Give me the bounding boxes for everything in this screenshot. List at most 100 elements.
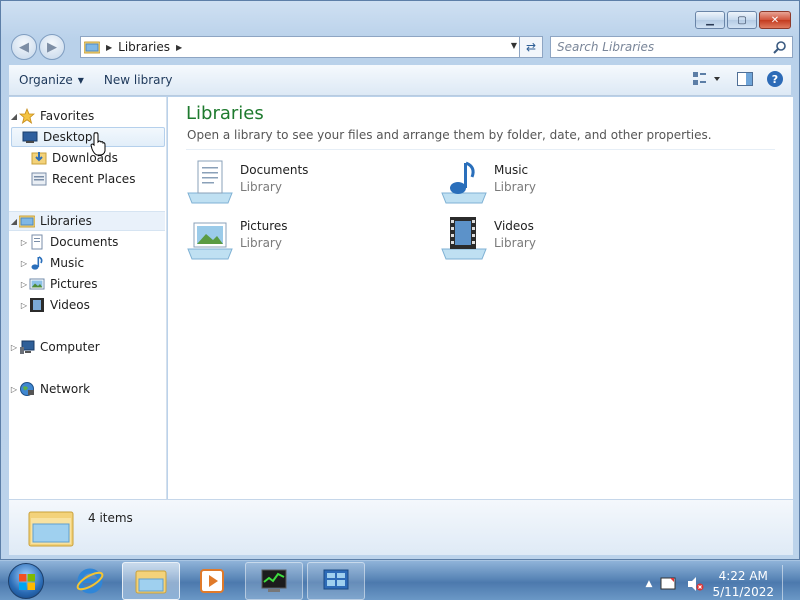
star-icon	[19, 108, 35, 124]
library-name: Videos	[494, 219, 534, 233]
show-hidden-icons-icon[interactable]: ▲	[646, 579, 653, 589]
task-manager-icon	[261, 569, 287, 592]
tree-item-downloads[interactable]: Downloads	[9, 148, 165, 168]
page-title: Libraries	[186, 103, 264, 124]
address-bar[interactable]: ▶ Libraries ▶ ▼	[80, 36, 524, 58]
libraries-label: Libraries	[40, 214, 92, 228]
explorer-folder-icon	[135, 570, 167, 594]
clock-time: 4:22 AM	[718, 569, 768, 583]
media-player-icon	[200, 569, 224, 593]
page-subtitle: Open a library to see your files and arr…	[187, 128, 712, 142]
tree-item-label: Downloads	[52, 151, 118, 165]
chevron-down-icon: ▼	[77, 75, 84, 85]
refresh-icon: ⇄	[525, 40, 537, 54]
documents-icon	[31, 234, 43, 250]
start-button[interactable]	[8, 563, 44, 599]
forward-button[interactable]: ▶	[39, 34, 65, 60]
back-arrow-icon: ◀	[19, 39, 29, 55]
collapse-arrow-icon[interactable]: ◢	[9, 112, 19, 121]
close-button[interactable]: ✕	[759, 11, 791, 29]
pictures-icon	[29, 278, 45, 290]
breadcrumb-separator-icon[interactable]: ▶	[106, 43, 112, 52]
tree-item-documents[interactable]: ▷ Documents	[19, 232, 175, 252]
music-note-icon	[31, 256, 43, 270]
library-type: Library	[494, 236, 536, 250]
minimize-button[interactable]: ▁	[695, 11, 725, 29]
library-item-music[interactable]: Music Library	[440, 159, 536, 205]
library-item-pictures[interactable]: Pictures Library	[186, 215, 288, 261]
tree-item-music[interactable]: ▷ Music	[19, 253, 175, 273]
refresh-button[interactable]: ⇄	[519, 36, 543, 58]
content-pane: Libraries Open a library to see your fil…	[168, 97, 793, 499]
documents-library-icon	[187, 160, 233, 204]
view-controls: ?	[693, 71, 783, 87]
expand-arrow-icon[interactable]: ▷	[19, 301, 29, 310]
tree-favorites[interactable]: ◢ Favorites	[9, 106, 165, 126]
taskbar-media-player[interactable]	[183, 562, 241, 600]
taskbar-internet-explorer[interactable]	[61, 562, 119, 600]
change-view-icon[interactable]	[693, 72, 723, 86]
library-name: Music	[494, 163, 529, 177]
tree-item-recent-places[interactable]: Recent Places	[9, 169, 165, 189]
computer-icon	[20, 340, 35, 354]
taskbar-windows-explorer[interactable]	[122, 562, 180, 600]
expand-arrow-icon[interactable]: ▷	[19, 259, 29, 268]
tree-item-label: Documents	[50, 235, 119, 249]
help-icon[interactable]: ?	[767, 71, 783, 87]
film-strip-icon	[30, 298, 44, 312]
tree-item-label: Pictures	[50, 277, 98, 291]
library-item-documents[interactable]: Documents Library	[186, 159, 308, 205]
details-pane: 4 items	[9, 499, 793, 555]
action-center-icon[interactable]	[660, 576, 678, 592]
search-icon[interactable]	[773, 40, 787, 54]
videos-library-icon	[441, 217, 487, 260]
tree-item-videos[interactable]: ▷ Videos	[19, 295, 175, 315]
preview-pane-icon[interactable]	[737, 72, 753, 86]
organize-button[interactable]: Organize ▼	[9, 73, 94, 87]
desktop-icon	[22, 131, 38, 143]
tree-item-label: Recent Places	[52, 172, 136, 186]
collapse-arrow-icon[interactable]: ◢	[9, 217, 19, 226]
address-dropdown-icon[interactable]: ▼	[511, 41, 517, 50]
breadcrumb-libraries[interactable]: Libraries	[118, 40, 170, 54]
show-desktop-button[interactable]	[782, 565, 792, 600]
libraries-large-icon	[28, 511, 74, 547]
taskbar-control-panel[interactable]	[307, 562, 365, 600]
expand-arrow-icon[interactable]: ▷	[9, 343, 19, 352]
library-name: Documents	[240, 163, 309, 177]
tree-libraries[interactable]: ◢ Libraries	[9, 211, 165, 231]
search-input[interactable]: Search Libraries	[557, 40, 773, 54]
taskbar-task-manager[interactable]	[245, 562, 303, 600]
address-row: ◀ ▶ ▶ Libraries ▶ ▼ ⇄ Search Libraries	[9, 34, 793, 60]
maximize-button[interactable]: ▢	[727, 11, 757, 29]
music-library-icon	[441, 161, 487, 204]
hand-cursor-icon	[90, 132, 106, 156]
expand-arrow-icon[interactable]: ▷	[19, 238, 29, 247]
expand-arrow-icon[interactable]: ▷	[9, 385, 19, 394]
tree-computer[interactable]: ▷ Computer	[9, 337, 165, 357]
library-type: Library	[494, 180, 536, 194]
search-box[interactable]: Search Libraries	[550, 36, 793, 58]
new-library-button[interactable]: New library	[94, 73, 183, 87]
tree-item-pictures[interactable]: ▷ Pictures	[19, 274, 175, 294]
computer-label: Computer	[40, 340, 100, 354]
library-type: Library	[240, 180, 282, 194]
network-globe-icon	[20, 382, 34, 396]
library-item-videos[interactable]: Videos Library	[440, 215, 536, 261]
tree-item-label: Videos	[50, 298, 90, 312]
windows-flag-icon	[19, 574, 35, 590]
network-label: Network	[40, 382, 91, 396]
back-button[interactable]: ◀	[11, 34, 37, 60]
forward-arrow-icon: ▶	[47, 39, 57, 55]
new-library-label: New library	[103, 73, 173, 87]
breadcrumb-separator-icon[interactable]: ▶	[176, 43, 182, 52]
downloads-icon	[31, 152, 47, 165]
tree-item-desktop[interactable]: Desktop	[11, 127, 165, 147]
expand-arrow-icon[interactable]: ▷	[19, 280, 29, 289]
tree-network[interactable]: ▷ Network	[9, 379, 165, 399]
recent-places-icon	[31, 172, 47, 186]
volume-muted-icon[interactable]	[686, 576, 704, 592]
clock[interactable]: 4:22 AM 5/11/2022	[712, 568, 774, 600]
libraries-icon	[19, 215, 35, 228]
organize-label: Organize	[19, 73, 73, 87]
